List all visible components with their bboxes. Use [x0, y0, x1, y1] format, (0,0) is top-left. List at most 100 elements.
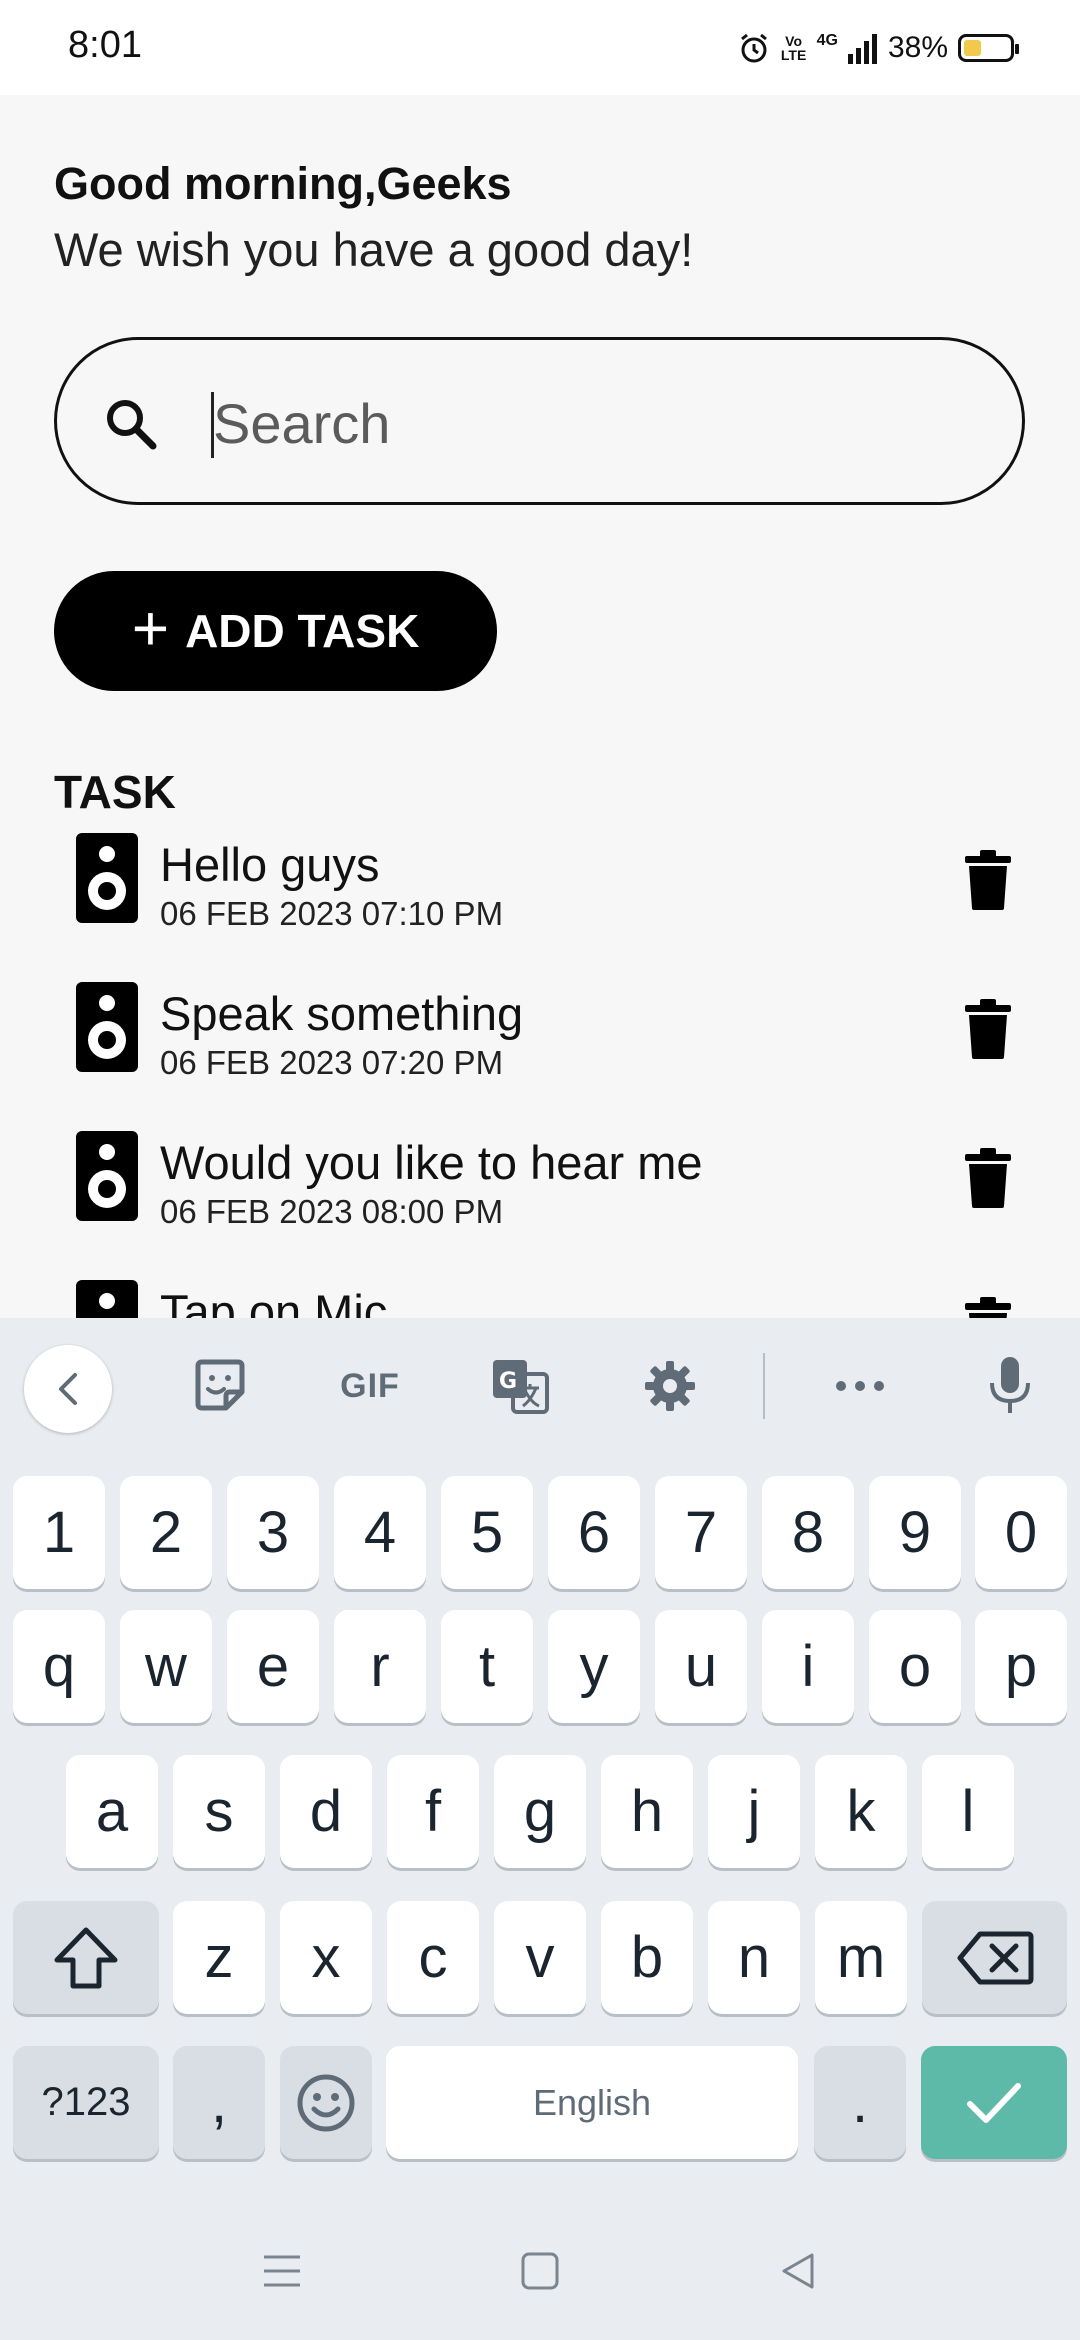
microphone-icon [990, 1357, 1030, 1413]
comma-key[interactable]: , [173, 2046, 265, 2159]
sticker-button[interactable] [180, 1346, 260, 1426]
key[interactable]: u [655, 1610, 747, 1723]
translate-icon: G [493, 1360, 549, 1414]
key[interactable]: z [173, 1901, 265, 2014]
speaker-icon [76, 982, 138, 1072]
status-bar: 8:01 Vo LTE 4G 38% [0, 0, 1080, 95]
shift-icon [54, 1927, 118, 1988]
task-list[interactable]: Hello guys 06 FEB 2023 07:10 PM Speak so… [0, 825, 1080, 1320]
key[interactable]: c [387, 1901, 479, 2014]
delete-icon[interactable] [963, 1297, 1013, 1320]
keyboard-collapse-button[interactable] [24, 1345, 112, 1433]
settings-button[interactable] [630, 1346, 710, 1426]
key[interactable]: n [708, 1901, 800, 2014]
key[interactable]: f [387, 1755, 479, 1868]
back-button[interactable] [773, 2246, 823, 2296]
voice-input-button[interactable] [970, 1346, 1050, 1426]
key[interactable]: o [869, 1610, 961, 1723]
period-key[interactable]: . [814, 2046, 906, 2159]
more-horizontal-icon [836, 1381, 884, 1391]
gif-button[interactable]: GIF [330, 1346, 410, 1426]
key[interactable]: d [280, 1755, 372, 1868]
key[interactable]: x [280, 1901, 372, 2014]
backspace-icon [957, 1931, 1033, 1984]
key[interactable]: m [815, 1901, 907, 2014]
key[interactable]: s [173, 1755, 265, 1868]
emoji-icon [297, 2074, 355, 2131]
key[interactable]: 6 [548, 1476, 640, 1589]
key[interactable]: 0 [975, 1476, 1067, 1589]
sticker-icon [195, 1359, 245, 1411]
key[interactable]: 1 [13, 1476, 105, 1589]
task-time: 06 FEB 2023 07:10 PM [160, 895, 504, 932]
checkmark-icon [967, 2082, 1021, 2123]
status-time: 8:01 [68, 24, 142, 66]
symbols-key[interactable]: ?123 [13, 2046, 159, 2159]
key[interactable]: r [334, 1610, 426, 1723]
key[interactable]: p [975, 1610, 1067, 1723]
speaker-icon [76, 833, 138, 923]
key[interactable]: 8 [762, 1476, 854, 1589]
key[interactable]: q [13, 1610, 105, 1723]
key[interactable]: 4 [334, 1476, 426, 1589]
recents-button[interactable] [257, 2246, 307, 2296]
volte-icon: Vo LTE [780, 33, 807, 63]
done-key[interactable] [921, 2046, 1067, 2159]
key[interactable]: i [762, 1610, 854, 1723]
key[interactable]: j [708, 1755, 800, 1868]
delete-icon[interactable] [963, 999, 1013, 1059]
key[interactable]: 5 [441, 1476, 533, 1589]
menu-icon [264, 2255, 300, 2287]
delete-icon[interactable] [963, 1148, 1013, 1208]
backspace-key[interactable] [922, 1901, 1067, 2014]
home-button[interactable] [515, 2246, 565, 2296]
key[interactable]: v [494, 1901, 586, 2014]
emoji-key[interactable] [280, 2046, 372, 2159]
more-options-button[interactable] [820, 1346, 900, 1426]
text-cursor [211, 392, 214, 458]
key[interactable]: l [922, 1755, 1014, 1868]
home-square-icon [521, 2252, 559, 2290]
task-item[interactable]: Tap on Mic [0, 1272, 1080, 1320]
key[interactable]: h [601, 1755, 693, 1868]
key[interactable]: b [601, 1901, 693, 2014]
delete-icon[interactable] [963, 850, 1013, 910]
key[interactable]: a [66, 1755, 158, 1868]
task-item[interactable]: Hello guys 06 FEB 2023 07:10 PM [0, 825, 1080, 975]
key[interactable]: 9 [869, 1476, 961, 1589]
gif-label: GIF [340, 1366, 400, 1405]
key[interactable]: y [548, 1610, 640, 1723]
key[interactable]: k [815, 1755, 907, 1868]
task-item[interactable]: Speak something 06 FEB 2023 07:20 PM [0, 974, 1080, 1124]
add-task-label: ADD TASK [185, 605, 420, 657]
key[interactable]: e [227, 1610, 319, 1723]
task-title: Hello guys [160, 838, 380, 891]
signal-icon [847, 34, 877, 64]
alarm-icon [740, 33, 767, 63]
key[interactable]: w [120, 1610, 212, 1723]
chevron-left-icon [59, 1373, 77, 1405]
task-time: 06 FEB 2023 07:20 PM [160, 1044, 504, 1081]
navigation-bar [0, 2200, 1080, 2340]
battery-icon [958, 34, 1019, 62]
key[interactable]: 2 [120, 1476, 212, 1589]
key[interactable]: g [494, 1755, 586, 1868]
task-title: Tap on Mic [160, 1285, 388, 1320]
gear-icon [645, 1361, 695, 1411]
task-title: Would you like to hear me [160, 1136, 703, 1189]
greeting-title: Good morning,Geeks [54, 158, 512, 209]
key[interactable]: 3 [227, 1476, 319, 1589]
translate-button[interactable]: G [480, 1346, 560, 1426]
task-section-heading: TASK [54, 766, 176, 818]
task-item[interactable]: Would you like to hear me 06 FEB 2023 08… [0, 1123, 1080, 1273]
battery-fill [964, 40, 981, 56]
task-title: Speak something [160, 987, 524, 1040]
search-bar[interactable] [54, 337, 1025, 505]
search-input[interactable] [213, 380, 973, 466]
key[interactable]: t [441, 1610, 533, 1723]
shift-key[interactable] [13, 1901, 159, 2014]
space-key[interactable]: English [386, 2046, 798, 2159]
key[interactable]: 7 [655, 1476, 747, 1589]
add-task-button[interactable]: + ADD TASK [54, 571, 497, 691]
back-triangle-icon [782, 2253, 814, 2289]
